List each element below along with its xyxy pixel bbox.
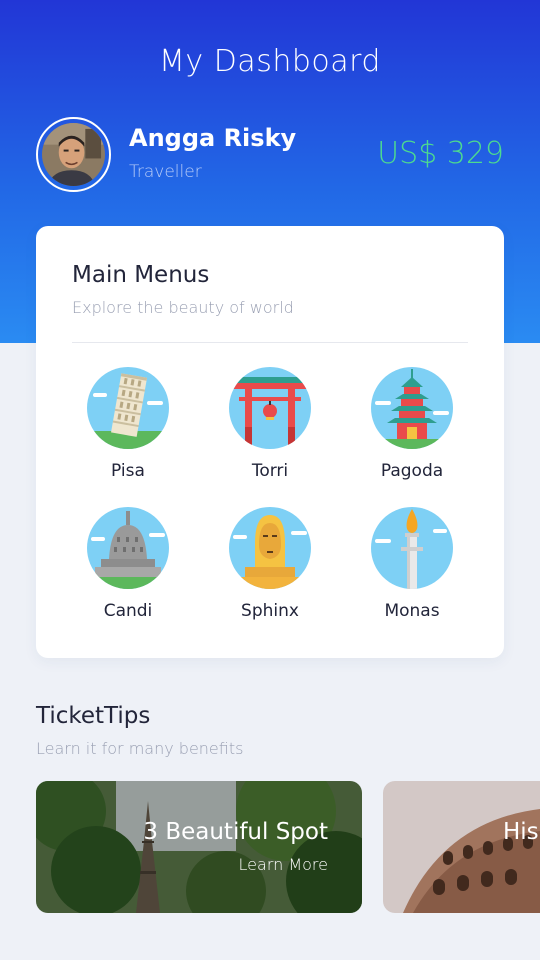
tip-card-title: His	[503, 819, 539, 845]
sphinx-icon	[229, 507, 311, 589]
menu-item-pisa[interactable]: Pisa	[68, 367, 188, 481]
balance-amount: US$ 329	[377, 136, 504, 171]
learn-more-link[interactable]: Learn More	[239, 855, 328, 874]
main-menu-title: Main Menus	[72, 262, 210, 288]
eiffel-tower-photo	[36, 781, 362, 913]
menu-item-label: Torri	[251, 461, 289, 481]
user-name: Angga Risky	[129, 124, 297, 152]
avatar[interactable]	[36, 117, 111, 192]
tip-card[interactable]: 3 Beautiful Spot Learn More	[36, 781, 362, 913]
ticket-tips-subtitle: Learn it for many benefits	[36, 739, 244, 758]
menu-item-candi[interactable]: Candi	[68, 507, 188, 621]
menu-item-label: Monas	[384, 601, 440, 621]
torii-gate-icon	[229, 367, 311, 449]
user-role: Traveller	[129, 162, 202, 182]
menu-item-sphinx[interactable]: Sphinx	[210, 507, 330, 621]
menu-item-pagoda[interactable]: Pagoda	[352, 367, 472, 481]
main-menu-subtitle: Explore the beauty of world	[72, 298, 294, 317]
menu-item-monas[interactable]: Monas	[352, 507, 472, 621]
menu-item-torri[interactable]: Torri	[210, 367, 330, 481]
ticket-tips-title: TicketTips	[36, 703, 151, 729]
monument-icon	[371, 507, 453, 589]
menu-item-label: Pisa	[111, 461, 145, 481]
temple-stupa-icon	[87, 507, 169, 589]
avatar-photo	[42, 123, 105, 186]
leaning-tower-icon	[87, 367, 169, 449]
colosseum-photo	[383, 781, 540, 913]
page-title: My Dashboard	[159, 44, 381, 79]
menu-item-label: Pagoda	[380, 461, 444, 481]
tip-card[interactable]: His	[383, 781, 540, 913]
pagoda-icon	[371, 367, 453, 449]
menu-divider	[72, 342, 468, 343]
menu-item-label: Sphinx	[241, 601, 299, 621]
tip-card-title: 3 Beautiful Spot	[143, 819, 328, 845]
main-menu-card: Main Menus Explore the beauty of world P…	[36, 226, 504, 658]
menu-item-label: Candi	[103, 601, 153, 621]
